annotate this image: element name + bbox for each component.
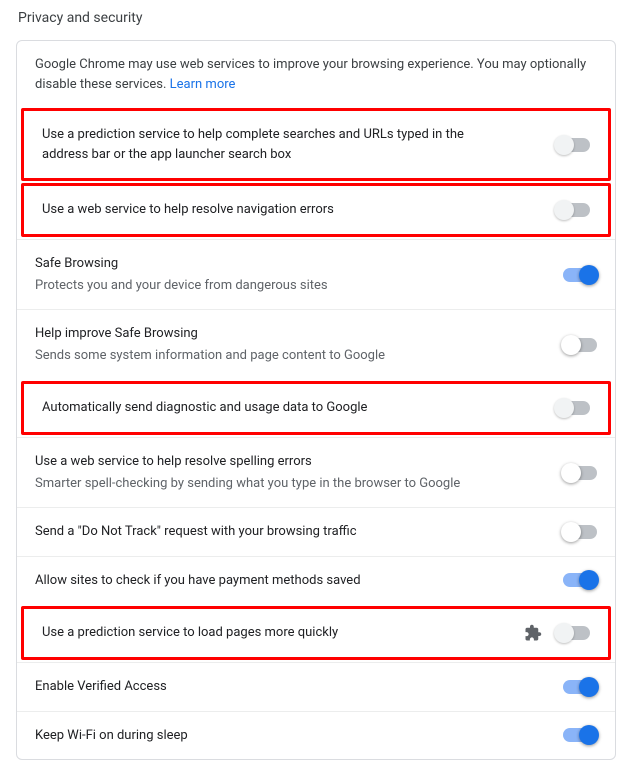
- toggle-knob: [561, 463, 581, 483]
- setting-subtitle: Smarter spell-checking by sending what y…: [35, 474, 503, 494]
- setting-text: Help improve Safe BrowsingSends some sys…: [35, 324, 563, 365]
- setting-row: Send a "Do Not Track" request with your …: [17, 507, 615, 556]
- toggle-knob: [561, 522, 581, 542]
- toggle-switch[interactable]: [563, 268, 597, 282]
- toggle-knob: [554, 398, 574, 418]
- setting-row: Use a web service to help resolve naviga…: [24, 186, 608, 234]
- setting-text: Use a prediction service to help complet…: [42, 125, 556, 164]
- intro-text: Google Chrome may use web services to im…: [17, 41, 615, 106]
- setting-row: Enable Verified Access: [17, 662, 615, 711]
- setting-row: Safe BrowsingProtects you and your devic…: [17, 239, 615, 309]
- toggle-knob: [554, 200, 574, 220]
- setting-row: Help improve Safe BrowsingSends some sys…: [17, 309, 615, 379]
- toggle-knob: [554, 623, 574, 643]
- setting-row: Use a prediction service to help complet…: [24, 111, 608, 178]
- toggle-switch[interactable]: [556, 138, 590, 152]
- setting-subtitle: Sends some system information and page c…: [35, 346, 503, 366]
- toggle-switch[interactable]: [556, 626, 590, 640]
- toggle-switch[interactable]: [563, 573, 597, 587]
- toggle-switch[interactable]: [563, 338, 597, 352]
- toggle-knob: [579, 677, 599, 697]
- setting-text: Use a web service to help resolve spelli…: [35, 452, 563, 493]
- toggle-knob: [579, 570, 599, 590]
- setting-title: Enable Verified Access: [35, 677, 503, 697]
- setting-text: Send a "Do Not Track" request with your …: [35, 522, 563, 542]
- settings-card: Google Chrome may use web services to im…: [16, 40, 616, 760]
- setting-text: Use a prediction service to load pages m…: [42, 623, 524, 643]
- setting-title: Help improve Safe Browsing: [35, 324, 503, 344]
- page-title: Privacy and security: [0, 0, 632, 34]
- setting-row: Use a prediction service to load pages m…: [24, 609, 608, 657]
- toggle-switch[interactable]: [563, 680, 597, 694]
- setting-row: Allow sites to check if you have payment…: [17, 556, 615, 605]
- setting-title: Use a web service to help resolve naviga…: [42, 200, 496, 220]
- setting-title: Keep Wi-Fi on during sleep: [35, 726, 503, 746]
- toggle-switch[interactable]: [556, 401, 590, 415]
- toggle-knob: [554, 135, 574, 155]
- setting-text: Allow sites to check if you have payment…: [35, 571, 563, 591]
- setting-title: Safe Browsing: [35, 254, 503, 274]
- setting-row: Keep Wi-Fi on during sleep: [17, 711, 615, 760]
- toggle-switch[interactable]: [563, 525, 597, 539]
- setting-text: Automatically send diagnostic and usage …: [42, 398, 556, 418]
- setting-text: Enable Verified Access: [35, 677, 563, 697]
- setting-title: Send a "Do Not Track" request with your …: [35, 522, 503, 542]
- toggle-knob: [561, 335, 581, 355]
- toggle-knob: [579, 725, 599, 745]
- setting-title: Use a prediction service to load pages m…: [42, 623, 464, 643]
- learn-more-link[interactable]: Learn more: [170, 77, 236, 92]
- setting-row: Use a web service to help resolve spelli…: [17, 437, 615, 507]
- setting-title: Automatically send diagnostic and usage …: [42, 398, 496, 418]
- setting-subtitle: Protects you and your device from danger…: [35, 276, 503, 296]
- setting-title: Allow sites to check if you have payment…: [35, 571, 503, 591]
- toggle-switch[interactable]: [556, 203, 590, 217]
- setting-row: Automatically send diagnostic and usage …: [24, 384, 608, 432]
- setting-text: Use a web service to help resolve naviga…: [42, 200, 556, 220]
- toggle-switch[interactable]: [563, 728, 597, 742]
- setting-text: Keep Wi-Fi on during sleep: [35, 726, 563, 746]
- toggle-switch[interactable]: [563, 466, 597, 480]
- setting-text: Safe BrowsingProtects you and your devic…: [35, 254, 563, 295]
- intro-body: Google Chrome may use web services to im…: [35, 57, 586, 92]
- setting-title: Use a web service to help resolve spelli…: [35, 452, 503, 472]
- setting-title: Use a prediction service to help complet…: [42, 125, 496, 164]
- toggle-knob: [579, 265, 599, 285]
- extension-icon: [524, 624, 542, 642]
